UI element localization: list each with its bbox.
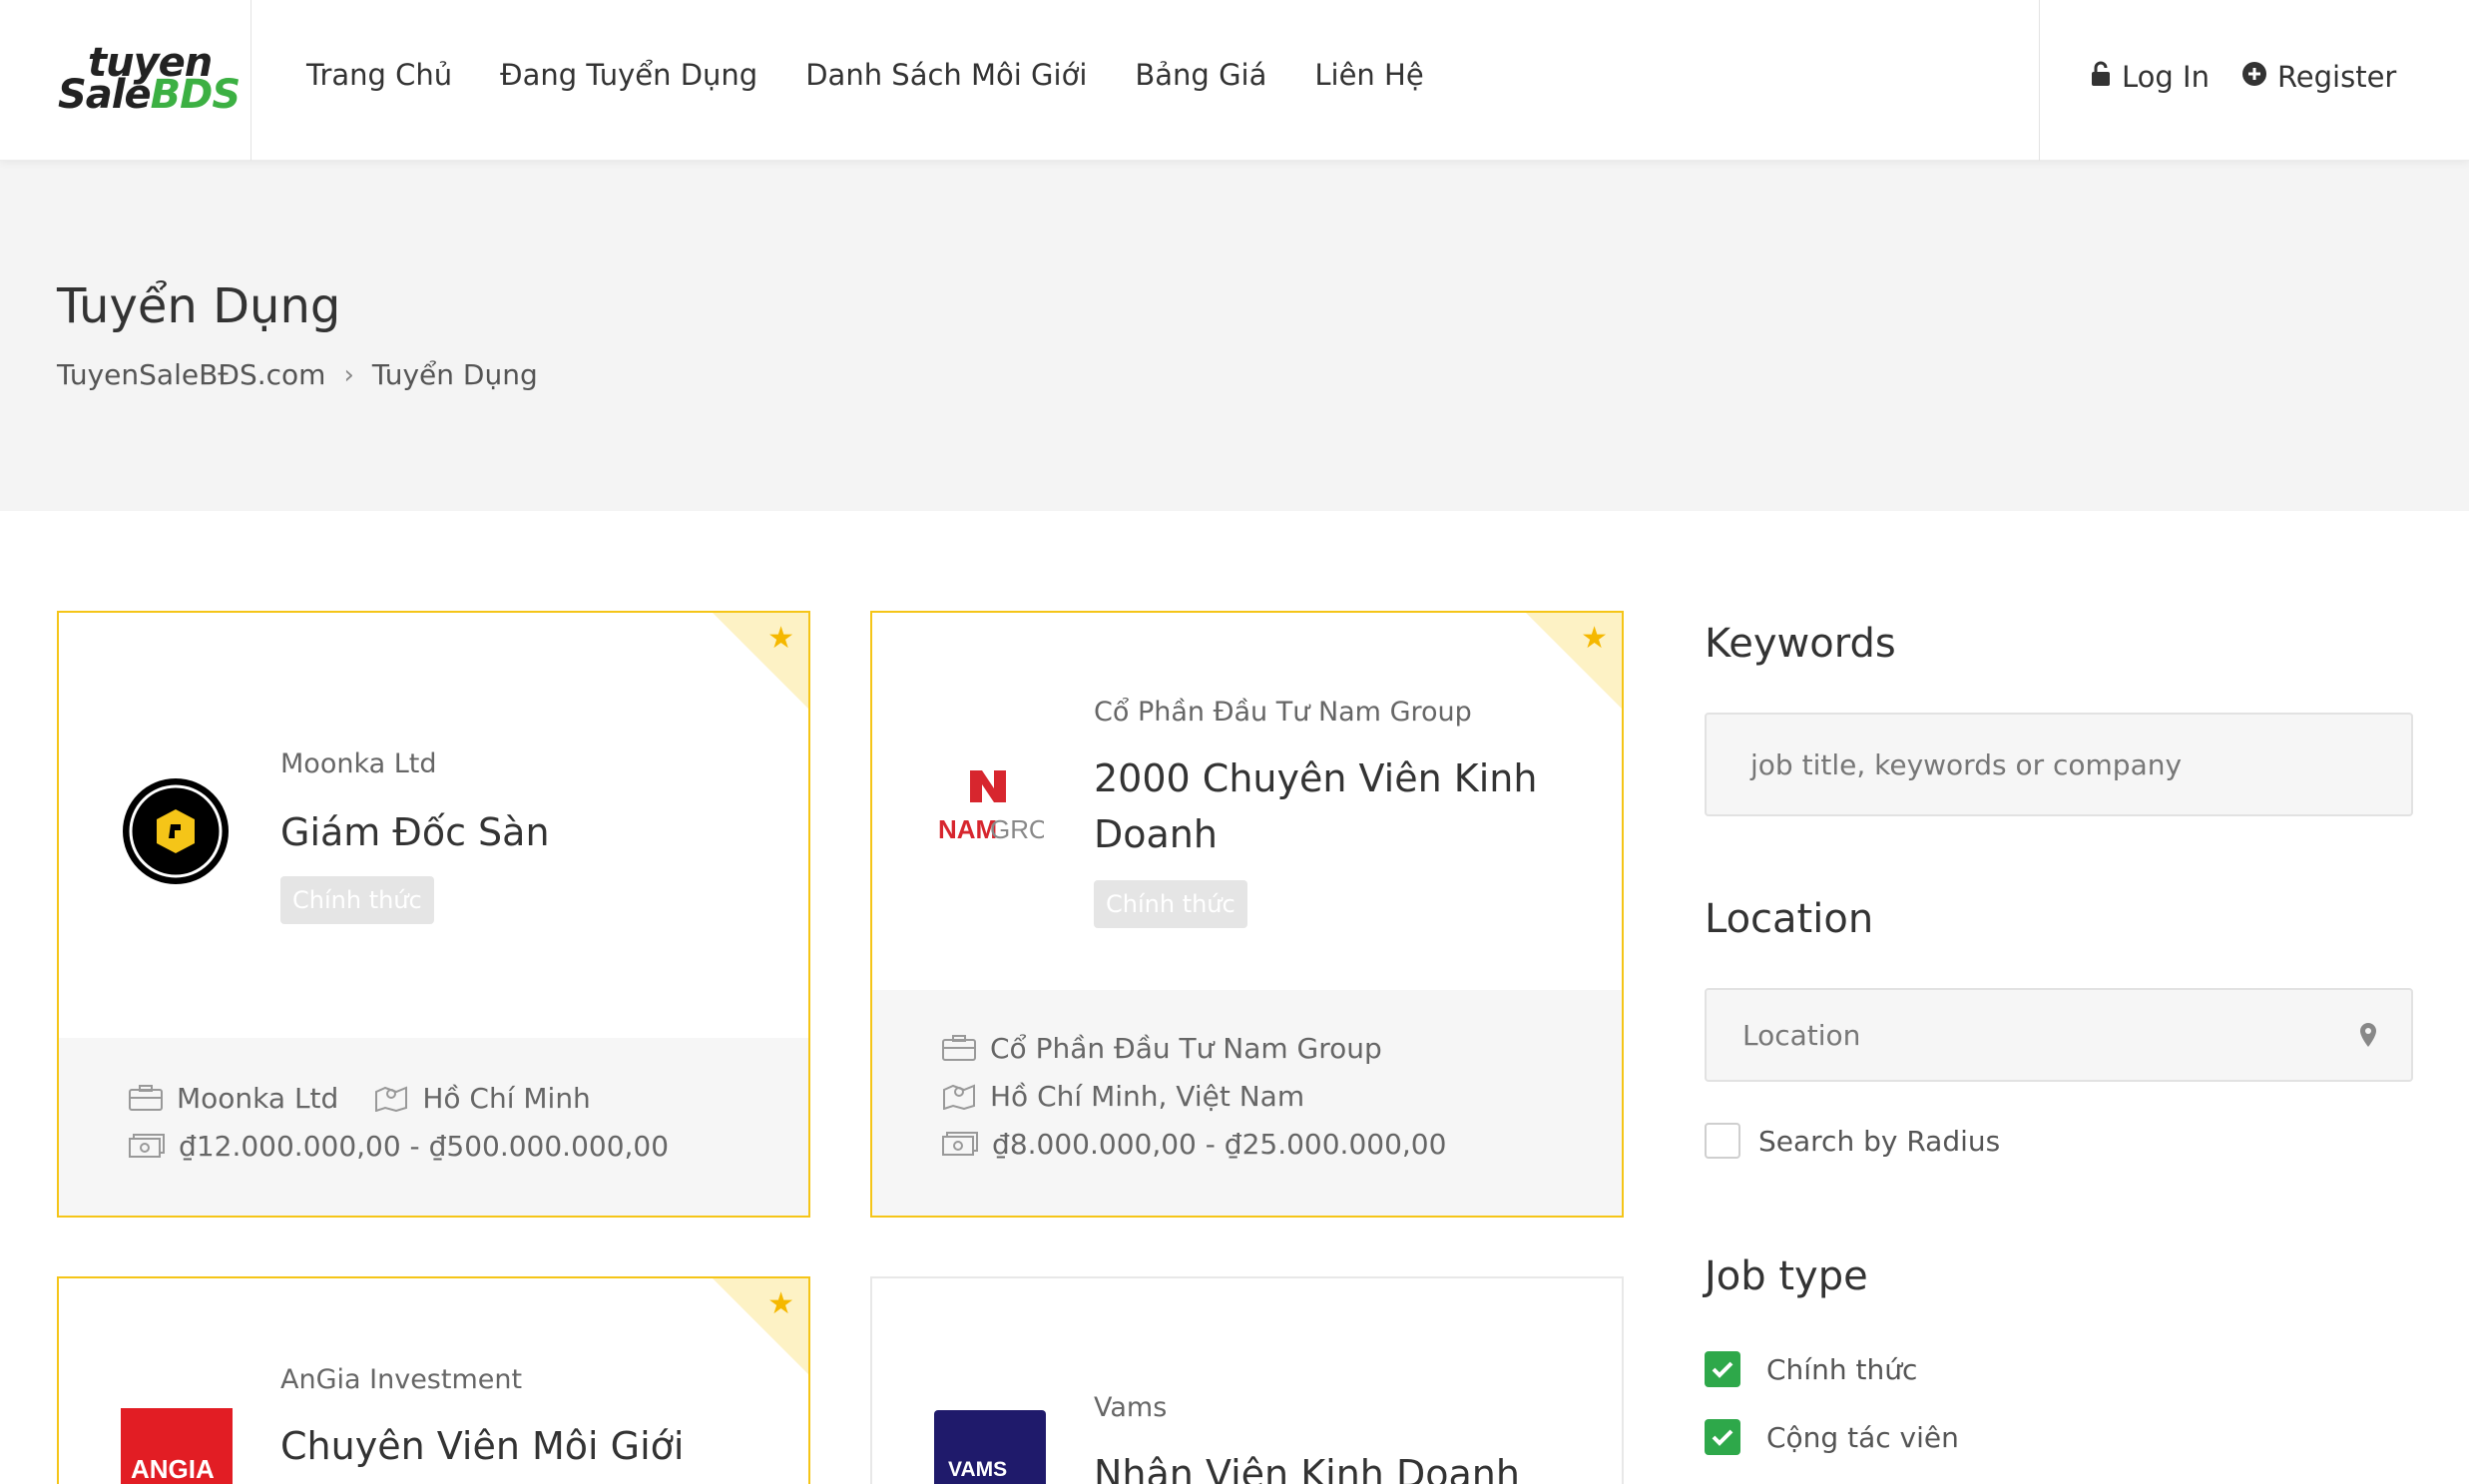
job-card[interactable]: ★ ANGIA AnGia Investment Chuyên Viên Môi… [57,1276,810,1484]
footer-location: Hồ Chí Minh, Việt Nam [990,1079,1305,1113]
money-icon [942,1131,978,1157]
company-logo[interactable]: NAM GROUP [934,762,1085,852]
login-link[interactable]: Log In [2090,60,2210,94]
briefcase-icon [942,1035,976,1061]
company-name[interactable]: Moonka Ltd [280,748,437,779]
jobtype-heading: Job type [1705,1253,1868,1299]
location-placeholder: Location [1742,1018,1861,1052]
footer-row-salary: ₫8.000.000,00 - ₫25.000.000,00 [942,1120,1622,1168]
job-card[interactable]: VAMS Vams Nhân Viên Kinh Doanh [870,1276,1624,1484]
company-logo[interactable] [121,776,231,886]
company-logo[interactable]: ANGIA [121,1408,233,1484]
footer-company[interactable]: Moonka Ltd [177,1082,338,1115]
breadcrumb-home[interactable]: TuyenSaleBĐS.com [57,358,325,391]
star-icon: ★ [1581,621,1608,656]
job-card[interactable]: ★ NAM GROUP Cổ Phần Đầu Tư Nam Group 200… [870,611,1624,1218]
card-footer: Moonka Ltd Hồ Chí Minh ₫12.000.000,00 - … [59,1038,808,1216]
footer-row-company: Cổ Phần Đầu Tư Nam Group [942,1024,1622,1072]
map-icon [942,1082,976,1110]
check-icon [1712,1429,1733,1446]
location-heading: Location [1705,896,1874,942]
footer-row-salary: ₫12.000.000,00 - ₫500.000.000,00 [129,1122,808,1170]
page-banner: Tuyển Dụng TuyenSaleBĐS.com › Tuyển Dụng [0,161,2469,511]
jobtype-row-chinh-thuc[interactable]: Chính thức [1705,1351,1917,1387]
footer-row-location: Hồ Chí Minh, Việt Nam [942,1072,1622,1120]
register-link[interactable]: Register [2241,60,2396,94]
register-label: Register [2276,60,2397,94]
site-logo[interactable]: tuyen SaleBDS [58,40,241,120]
lock-icon [2090,60,2112,94]
radius-checkbox-row[interactable]: Search by Radius [1705,1123,2000,1159]
radius-checkbox[interactable] [1705,1123,1740,1159]
nav-dang-tuyen-dung[interactable]: Đang Tuyển Dụng [500,58,757,92]
jobtype-label: Chính thức [1766,1352,1918,1386]
logo-sale: Sale [58,72,152,118]
jobtype-row-cong-tac-vien[interactable]: Cộng tác viên [1705,1419,1959,1455]
job-title[interactable]: Nhân Viên Kinh Doanh [1094,1446,1573,1484]
footer-location: Hồ Chí Minh [422,1081,591,1115]
jobtype-checkbox[interactable] [1705,1419,1740,1455]
check-icon [1712,1361,1733,1378]
footer-row-company: Moonka Ltd Hồ Chí Minh [129,1074,808,1122]
auth-links: Log In Register [2090,60,2428,94]
job-title[interactable]: Giám Đốc Sàn [280,804,759,860]
briefcase-icon [129,1085,163,1111]
nav-bang-gia[interactable]: Bảng Giá [1135,58,1266,92]
star-icon: ★ [767,1286,794,1321]
radius-label: Search by Radius [1758,1124,2001,1158]
job-type-badge: Chính thức [1094,880,1247,928]
company-name[interactable]: Vams [1094,1392,1167,1423]
map-icon [374,1084,408,1112]
company-name[interactable]: AnGia Investment [280,1364,522,1395]
salary-range: ₫8.000.000,00 - ₫25.000.000,00 [992,1127,1447,1161]
site-header: tuyen SaleBDS Trang Chủ Đang Tuyển Dụng … [0,0,2469,161]
company-logo[interactable]: VAMS [934,1410,1046,1484]
plus-circle-icon [2241,60,2267,94]
job-title[interactable]: Chuyên Viên Môi Giới [280,1418,759,1474]
vams-logo-text: VAMS [948,1458,1008,1481]
page-title: Tuyển Dụng [57,278,341,334]
breadcrumb: TuyenSaleBĐS.com › Tuyển Dụng [57,358,538,391]
job-type-badge: Chính thức [280,876,434,924]
nav-lien-he[interactable]: Liên Hệ [1314,58,1423,92]
keywords-placeholder: job title, keywords or company [1750,747,2183,781]
money-icon [129,1133,165,1159]
location-input[interactable]: Location [1705,988,2413,1082]
map-pin-icon[interactable] [2359,1022,2377,1055]
logo-cell: tuyen SaleBDS [0,0,251,161]
jobtype-label: Cộng tác viên [1766,1420,1959,1454]
keywords-heading: Keywords [1705,621,1896,667]
keywords-input[interactable]: job title, keywords or company [1705,713,2413,816]
nav-danh-sach-moi-gioi[interactable]: Danh Sách Môi Giới [805,58,1087,92]
star-icon: ★ [767,621,794,656]
salary-range: ₫12.000.000,00 - ₫500.000.000,00 [179,1129,670,1163]
job-title[interactable]: 2000 Chuyên Viên Kinh Doanh [1094,750,1573,862]
footer-company[interactable]: Cổ Phần Đầu Tư Nam Group [990,1032,1382,1065]
namgroup-logo-grey-text: GROUP [990,814,1044,844]
namgroup-logo-red-text: NAM [938,814,997,844]
nav-trang-chu[interactable]: Trang Chủ [306,58,452,92]
chevron-right-icon: › [343,359,354,390]
logo-bottom-text: SaleBDS [58,72,241,118]
jobtype-checkbox[interactable] [1705,1351,1740,1387]
card-footer: Cổ Phần Đầu Tư Nam Group Hồ Chí Minh, Vi… [872,990,1622,1216]
company-name[interactable]: Cổ Phần Đầu Tư Nam Group [1094,697,1472,728]
job-card[interactable]: ★ Moonka Ltd Giám Đốc Sàn Chính thức Moo… [57,611,810,1218]
main-nav: Trang Chủ Đang Tuyển Dụng Danh Sách Môi … [306,58,1472,92]
logo-bds: BDS [150,72,241,118]
breadcrumb-current: Tuyển Dụng [371,358,538,391]
login-label: Log In [2122,60,2210,94]
angia-logo-text: ANGIA [131,1454,215,1484]
auth-cell: Log In Register [2039,0,2469,161]
